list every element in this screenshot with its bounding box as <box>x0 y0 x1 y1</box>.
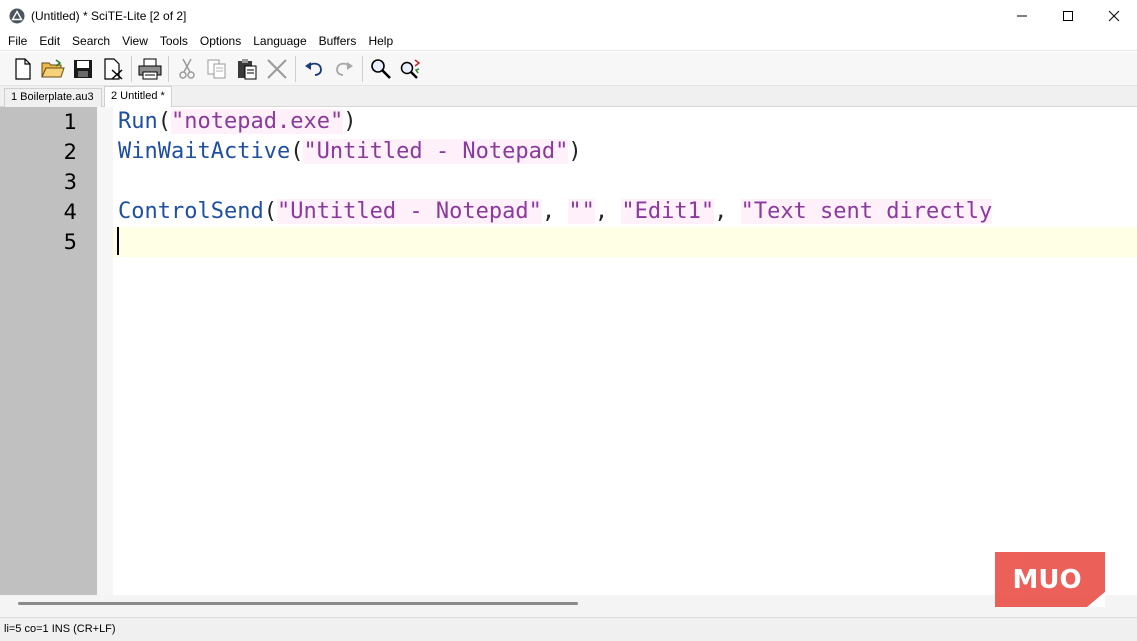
print-icon[interactable] <box>135 54 165 84</box>
line-number: 5 <box>63 230 77 254</box>
line-number: 4 <box>63 200 77 224</box>
muo-watermark-logo: MUO <box>995 552 1105 607</box>
string-token: "Untitled - Notepad" <box>276 199 542 224</box>
save-icon[interactable] <box>68 54 98 84</box>
cut-icon[interactable] <box>172 54 202 84</box>
maximize-button[interactable] <box>1045 0 1091 31</box>
delete-icon[interactable] <box>262 54 292 84</box>
fold-margin <box>97 107 113 595</box>
code-line: WinWaitActive("Untitled - Notepad") <box>113 137 1137 167</box>
buffer-tab-bar: 1 Boilerplate.au3 2 Untitled * <box>0 86 1137 108</box>
minimize-button[interactable] <box>999 0 1045 31</box>
toolbar-separator <box>131 55 132 82</box>
new-file-icon[interactable] <box>8 54 38 84</box>
paren-token: ( <box>263 199 277 224</box>
watermark-text: MUO <box>1012 565 1081 595</box>
toolbar-separator <box>168 55 169 82</box>
replace-icon[interactable] <box>396 54 426 84</box>
code-editor[interactable]: 1 2 3 4 5 Run("notepad.exe") WinWaitActi… <box>0 107 1137 595</box>
menu-options[interactable]: Options <box>194 31 247 51</box>
string-token: "Text sent directly <box>740 199 993 224</box>
string-token: "" <box>568 199 595 224</box>
function-token: WinWaitActive <box>118 139 291 164</box>
menu-tools[interactable]: Tools <box>154 31 194 51</box>
toolbar <box>0 52 1137 86</box>
line-number: 2 <box>63 140 77 164</box>
menu-bar: File Edit Search View Tools Options Lang… <box>0 31 1137 51</box>
text-caret <box>117 227 119 255</box>
string-token: "Untitled - Notepad" <box>303 139 569 164</box>
undo-icon[interactable] <box>299 54 329 84</box>
function-token: ControlSend <box>118 199 264 224</box>
close-button[interactable] <box>1091 0 1137 31</box>
scrollbar-thumb[interactable] <box>18 602 578 605</box>
current-line-highlight <box>113 227 1137 257</box>
scite-app-icon <box>9 8 25 24</box>
tab-boilerplate[interactable]: 1 Boilerplate.au3 <box>4 88 102 107</box>
redo-icon[interactable] <box>329 54 359 84</box>
horizontal-scrollbar[interactable] <box>0 595 1137 617</box>
open-folder-icon[interactable] <box>38 54 68 84</box>
code-line: ControlSend("Untitled - Notepad", "", "E… <box>113 197 1137 227</box>
string-token: "notepad.exe" <box>171 109 344 134</box>
separator-token: , <box>714 199 741 224</box>
string-token: "Edit1" <box>621 199 715 224</box>
paste-icon[interactable] <box>232 54 262 84</box>
menu-help[interactable]: Help <box>362 31 399 51</box>
code-area[interactable]: Run("notepad.exe") WinWaitActive("Untitl… <box>113 107 1137 595</box>
line-number-margin: 1 2 3 4 5 <box>0 107 97 595</box>
menu-language[interactable]: Language <box>247 31 312 51</box>
tab-untitled[interactable]: 2 Untitled * <box>104 86 172 108</box>
paren-token: ) <box>568 139 582 164</box>
menu-edit[interactable]: Edit <box>33 31 66 51</box>
copy-icon[interactable] <box>202 54 232 84</box>
title-bar: (Untitled) * SciTE-Lite [2 of 2] <box>0 0 1137 31</box>
status-bar: li=5 co=1 INS (CR+LF) <box>0 617 1137 641</box>
menu-view[interactable]: View <box>116 31 154 51</box>
menu-search[interactable]: Search <box>66 31 116 51</box>
menu-buffers[interactable]: Buffers <box>313 31 363 51</box>
code-line: Run("notepad.exe") <box>113 107 1137 137</box>
menu-file[interactable]: File <box>2 31 33 51</box>
paren-token: ) <box>343 109 357 134</box>
function-token: Run <box>118 109 158 134</box>
separator-token: , <box>594 199 622 224</box>
toolbar-separator <box>295 55 296 82</box>
line-number: 3 <box>63 170 77 194</box>
paren-token: ( <box>290 139 304 164</box>
close-file-icon[interactable] <box>98 54 128 84</box>
toolbar-separator <box>362 55 363 82</box>
find-icon[interactable] <box>366 54 396 84</box>
paren-token: ( <box>157 109 171 134</box>
separator-token: , <box>541 199 569 224</box>
line-number: 1 <box>63 110 77 134</box>
window-title: (Untitled) * SciTE-Lite [2 of 2] <box>31 8 187 23</box>
